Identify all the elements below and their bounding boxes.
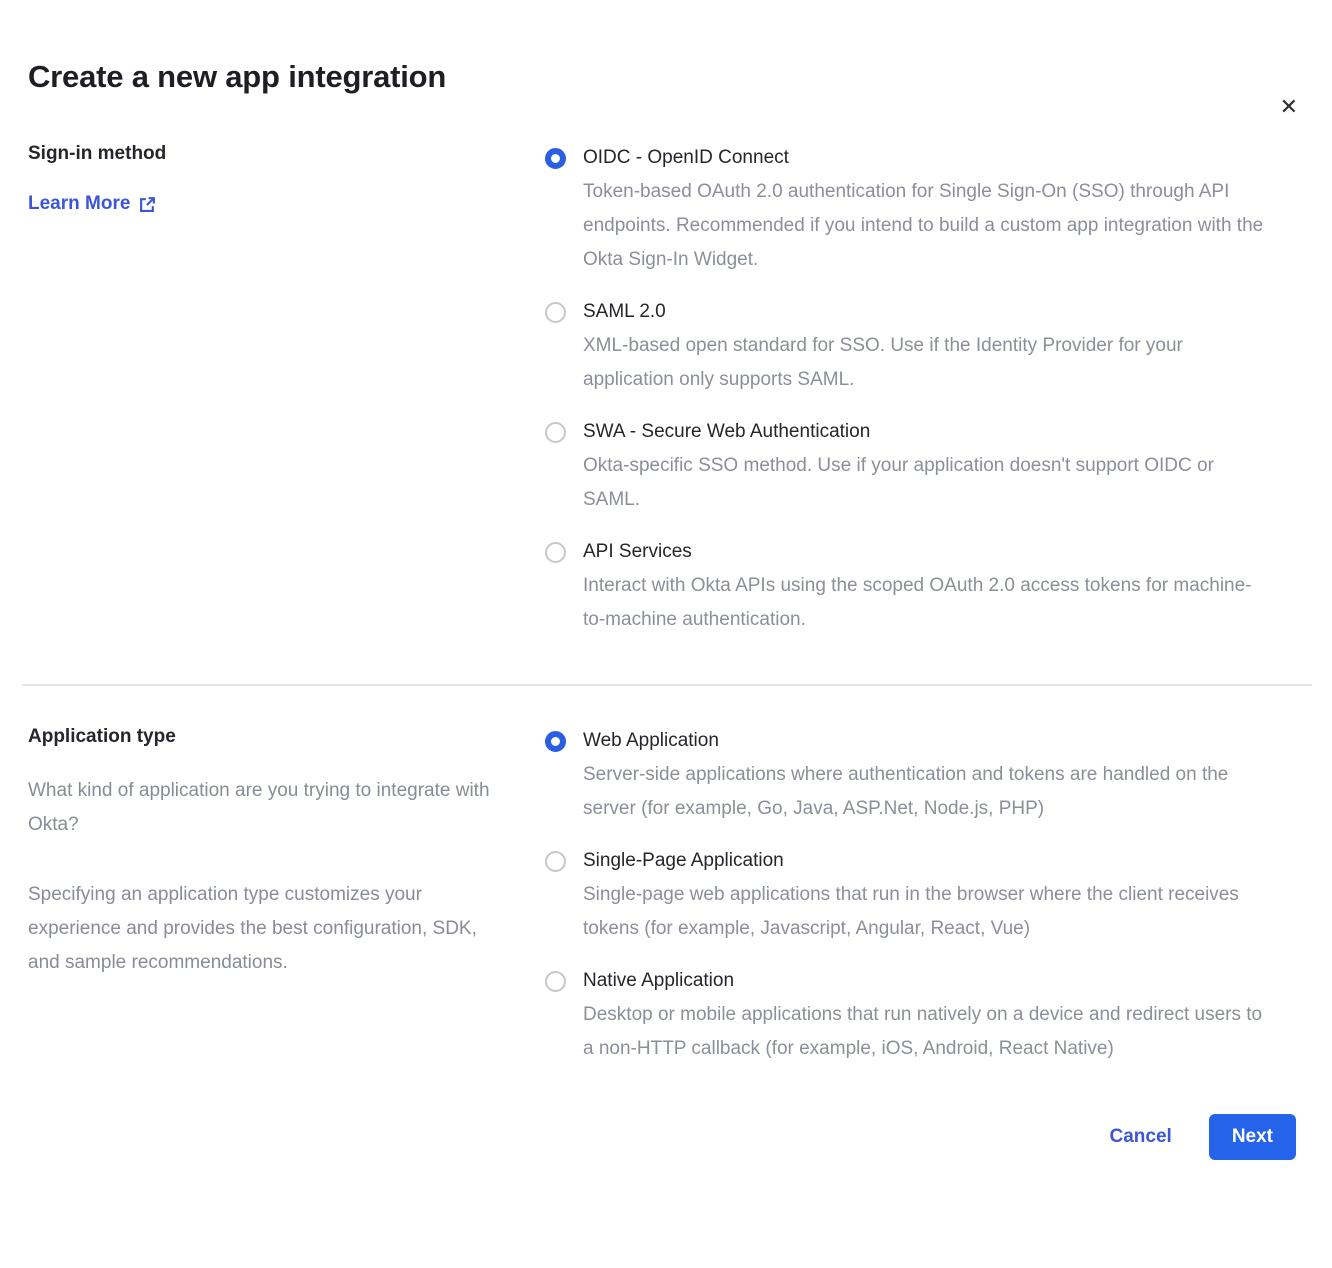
radio-api-services[interactable] (545, 542, 566, 563)
radio-swa[interactable] (545, 422, 566, 443)
application-type-options: Web Application Server-side applications… (545, 724, 1265, 1066)
option-body: Native Application Desktop or mobile app… (583, 964, 1265, 1066)
create-app-integration-dialog: ✕ Create a new app integration Sign-in m… (0, 58, 1332, 1160)
next-button[interactable]: Next (1209, 1114, 1296, 1160)
apptype-option-web-label[interactable]: Web Application (583, 724, 1265, 758)
application-type-left-column: Application type What kind of applicatio… (28, 724, 545, 980)
learn-more-label: Learn More (28, 193, 130, 215)
cancel-button[interactable]: Cancel (1110, 1126, 1172, 1148)
signin-option-saml: SAML 2.0 XML-based open standard for SSO… (545, 295, 1265, 397)
apptype-option-spa-description: Single-page web applications that run in… (583, 878, 1265, 946)
signin-option-saml-description: XML-based open standard for SSO. Use if … (583, 329, 1265, 397)
application-type-section: Application type What kind of applicatio… (28, 724, 1296, 1066)
signin-option-saml-label[interactable]: SAML 2.0 (583, 295, 1265, 329)
apptype-option-spa: Single-Page Application Single-page web … (545, 844, 1265, 946)
page-title: Create a new app integration (28, 58, 1296, 96)
radio-web-application-selected[interactable] (545, 731, 566, 752)
signin-option-api-services-description: Interact with Okta APIs using the scoped… (583, 569, 1265, 637)
apptype-option-web: Web Application Server-side applications… (545, 724, 1265, 826)
radio-saml[interactable] (545, 302, 566, 323)
signin-option-api-services: API Services Interact with Okta APIs usi… (545, 535, 1265, 637)
option-body: OIDC - OpenID Connect Token-based OAuth … (583, 141, 1265, 277)
signin-option-oidc-label[interactable]: OIDC - OpenID Connect (583, 141, 1265, 175)
learn-more-link[interactable]: Learn More (28, 193, 156, 215)
apptype-option-native-label[interactable]: Native Application (583, 964, 1265, 998)
option-body: API Services Interact with Okta APIs usi… (583, 535, 1265, 637)
signin-method-label: Sign-in method (28, 141, 545, 167)
option-body: SAML 2.0 XML-based open standard for SSO… (583, 295, 1265, 397)
section-divider (22, 684, 1312, 686)
application-type-label: Application type (28, 724, 545, 750)
signin-method-options: OIDC - OpenID Connect Token-based OAuth … (545, 141, 1265, 637)
application-type-question: What kind of application are you trying … (28, 774, 508, 842)
signin-method-section: Sign-in method Learn More OIDC - OpenID … (28, 141, 1296, 637)
option-body: Web Application Server-side applications… (583, 724, 1265, 826)
signin-option-swa: SWA - Secure Web Authentication Okta-spe… (545, 415, 1265, 517)
apptype-option-web-description: Server-side applications where authentic… (583, 758, 1265, 826)
option-body: SWA - Secure Web Authentication Okta-spe… (583, 415, 1265, 517)
signin-option-oidc: OIDC - OpenID Connect Token-based OAuth … (545, 141, 1265, 277)
radio-single-page-application[interactable] (545, 851, 566, 872)
radio-oidc-selected[interactable] (545, 148, 566, 169)
apptype-option-spa-label[interactable]: Single-Page Application (583, 844, 1265, 878)
signin-option-api-services-label[interactable]: API Services (583, 535, 1265, 569)
dialog-footer: Cancel Next (28, 1114, 1296, 1160)
option-body: Single-Page Application Single-page web … (583, 844, 1265, 946)
signin-option-swa-label[interactable]: SWA - Secure Web Authentication (583, 415, 1265, 449)
apptype-option-native: Native Application Desktop or mobile app… (545, 964, 1265, 1066)
signin-option-swa-description: Okta-specific SSO method. Use if your ap… (583, 449, 1265, 517)
application-type-explanation: Specifying an application type customize… (28, 878, 508, 980)
signin-option-oidc-description: Token-based OAuth 2.0 authentication for… (583, 175, 1265, 277)
close-icon[interactable]: ✕ (1280, 96, 1298, 118)
external-link-icon (139, 196, 156, 213)
signin-method-left-column: Sign-in method Learn More (28, 141, 545, 215)
apptype-option-native-description: Desktop or mobile applications that run … (583, 998, 1265, 1066)
radio-native-application[interactable] (545, 971, 566, 992)
